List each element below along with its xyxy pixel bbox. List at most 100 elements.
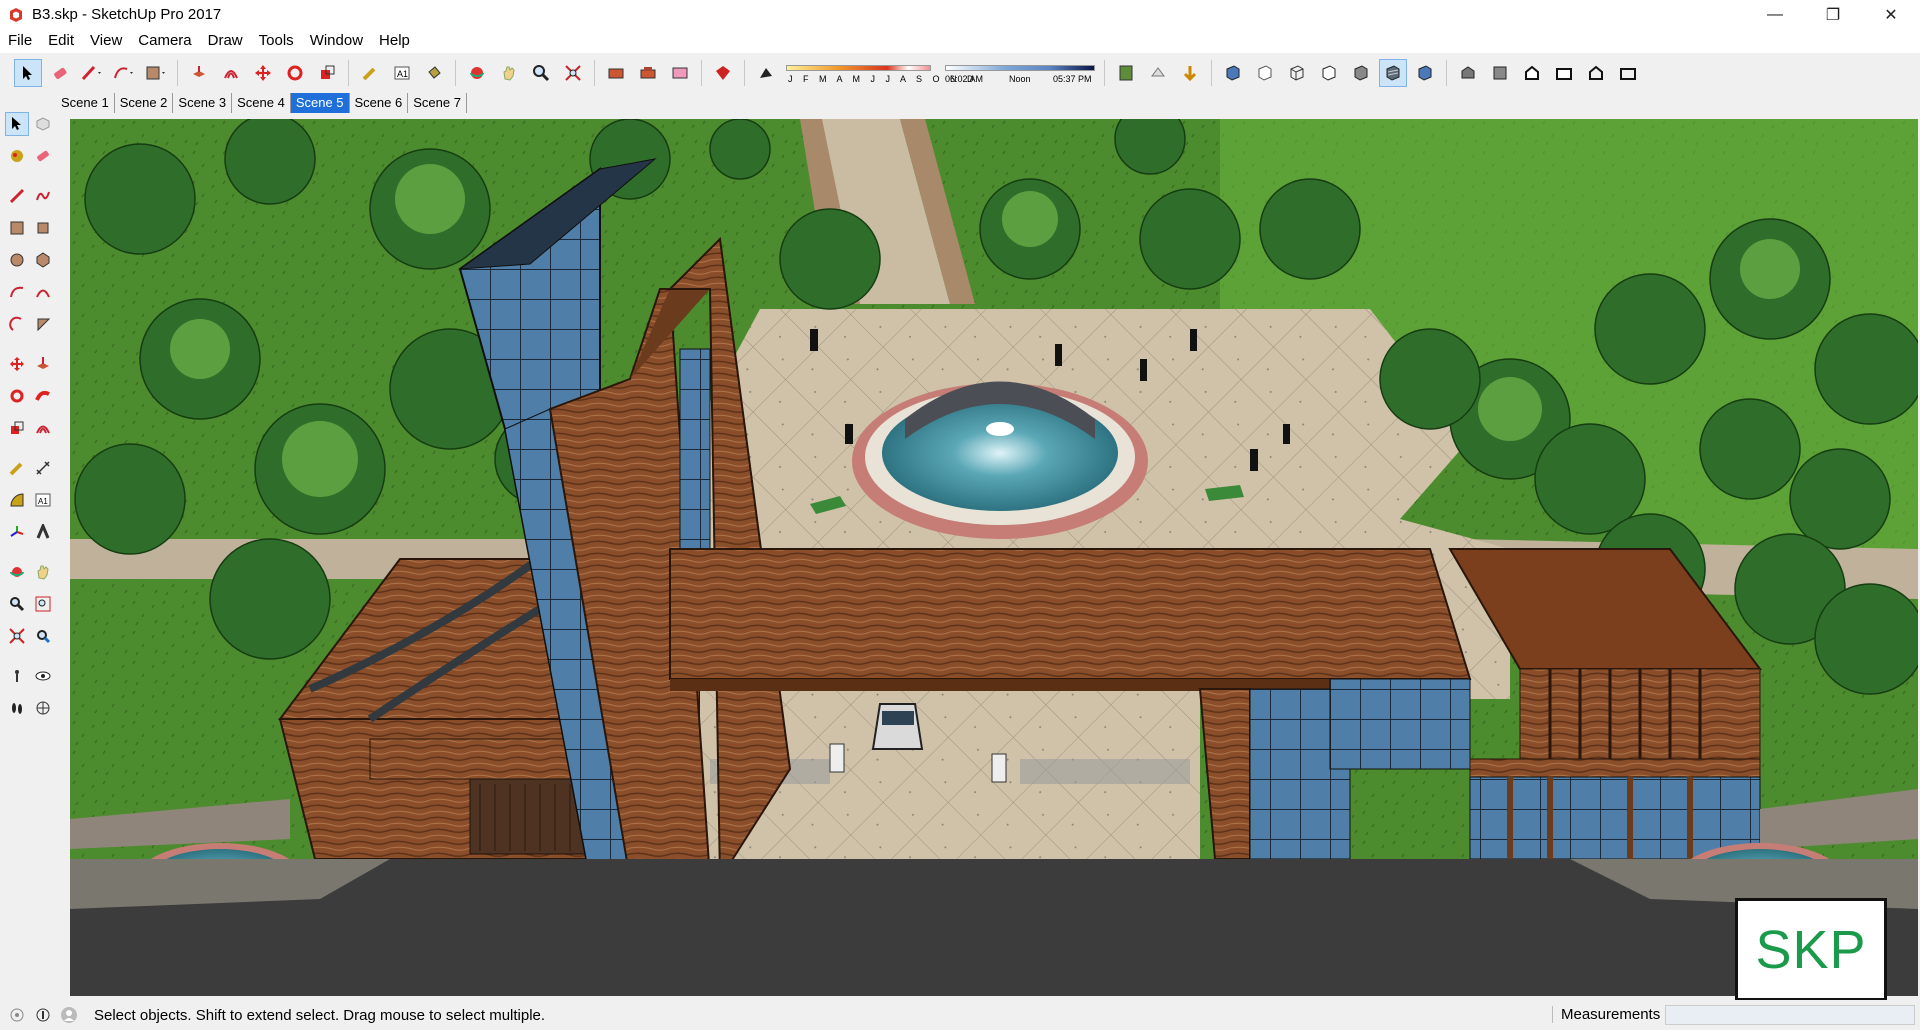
lt-circle-button[interactable] — [5, 248, 29, 272]
lt-position-camera-button[interactable] — [5, 664, 29, 688]
line-tool-button[interactable] — [78, 59, 106, 87]
lt-orbit-button[interactable] — [5, 560, 29, 584]
menu-file[interactable]: File — [0, 29, 40, 53]
lt-rotated-rectangle-button[interactable] — [31, 216, 55, 240]
orbit-tool-button[interactable] — [463, 59, 491, 87]
right-view-button[interactable] — [1550, 59, 1578, 87]
move-tool-button[interactable] — [249, 59, 277, 87]
menu-window[interactable]: Window — [302, 29, 371, 53]
svg-text:A1: A1 — [38, 497, 48, 506]
lt-look-around-button[interactable] — [31, 664, 55, 688]
zoom-tool-button[interactable] — [527, 59, 555, 87]
lt-2point-arc-button[interactable] — [31, 280, 55, 304]
hidden-line-style-button[interactable] — [1315, 59, 1343, 87]
lt-text-button[interactable]: A1 — [31, 488, 55, 512]
user-account-icon[interactable] — [60, 1006, 78, 1024]
lt-push-pull-button[interactable] — [31, 352, 55, 376]
measurements-input[interactable] — [1665, 1005, 1915, 1025]
lt-tape-measure-button[interactable] — [5, 456, 29, 480]
lt-follow-me-button[interactable] — [31, 384, 55, 408]
shadow-time-slider[interactable]: 06:02 AM Noon 05:37 PM — [945, 60, 1095, 86]
lt-zoom-button[interactable] — [5, 592, 29, 616]
lt-eraser-button[interactable] — [31, 144, 55, 168]
lt-select-button[interactable] — [5, 112, 29, 136]
lt-polygon-button[interactable] — [31, 248, 55, 272]
tape-measure-button[interactable] — [356, 59, 384, 87]
lt-3point-arc-button[interactable] — [5, 312, 29, 336]
xray-style-button[interactable] — [1219, 59, 1247, 87]
lt-dimension-button[interactable] — [31, 456, 55, 480]
menu-tools[interactable]: Tools — [251, 29, 302, 53]
tab-scene-4[interactable]: Scene 4 — [232, 93, 291, 113]
lt-3d-text-button[interactable] — [31, 520, 55, 544]
extension-warehouse-button[interactable] — [709, 59, 737, 87]
shadow-month-slider[interactable]: J F M A M J J A S O N D — [786, 60, 974, 86]
lt-freehand-button[interactable] — [31, 184, 55, 208]
lt-make-component-button[interactable] — [31, 112, 55, 136]
warehouse-button[interactable] — [602, 59, 630, 87]
close-button[interactable]: ✕ — [1862, 0, 1920, 29]
front-view-button[interactable] — [1518, 59, 1546, 87]
lt-section-plane-button[interactable] — [31, 696, 55, 720]
push-pull-tool-button[interactable] — [185, 59, 213, 87]
section-plane-button[interactable] — [1112, 59, 1140, 87]
tab-scene-3[interactable]: Scene 3 — [173, 93, 233, 113]
text-tool-button[interactable]: A1 — [388, 59, 416, 87]
credits-icon[interactable] — [34, 1006, 52, 1024]
arc-tool-button[interactable] — [110, 59, 138, 87]
select-tool-button[interactable] — [14, 59, 42, 87]
lt-scale-button[interactable] — [5, 416, 29, 440]
monochrome-style-button[interactable] — [1411, 59, 1439, 87]
geolocation-icon[interactable] — [8, 1006, 26, 1024]
back-view-button[interactable] — [1582, 59, 1610, 87]
rectangle-tool-button[interactable] — [142, 59, 170, 87]
zoom-extents-button[interactable] — [559, 59, 587, 87]
lt-pan-button[interactable] — [31, 560, 55, 584]
lt-protractor-button[interactable] — [5, 488, 29, 512]
menu-view[interactable]: View — [82, 29, 130, 53]
pan-tool-button[interactable] — [495, 59, 523, 87]
menu-help[interactable]: Help — [371, 29, 418, 53]
eraser-tool-button[interactable] — [46, 59, 74, 87]
share-component-button[interactable] — [666, 59, 694, 87]
share-model-button[interactable] — [634, 59, 662, 87]
lt-axes-button[interactable] — [5, 520, 29, 544]
display-section-planes-button[interactable] — [1144, 59, 1172, 87]
minimize-button[interactable]: — — [1746, 0, 1804, 29]
menu-draw[interactable]: Draw — [200, 29, 251, 53]
tab-scene-6[interactable]: Scene 6 — [350, 93, 409, 113]
shaded-textures-style-button[interactable] — [1379, 59, 1407, 87]
tab-scene-5[interactable]: Scene 5 — [290, 93, 350, 113]
lt-previous-view-button[interactable] — [31, 624, 55, 648]
lt-arc-button[interactable] — [5, 280, 29, 304]
tab-scene-2[interactable]: Scene 2 — [115, 93, 174, 113]
lt-zoom-window-button[interactable] — [31, 592, 55, 616]
lt-rectangle-button[interactable] — [5, 216, 29, 240]
shadows-toggle-button[interactable] — [752, 59, 780, 87]
left-view-button[interactable] — [1614, 59, 1642, 87]
top-view-button[interactable] — [1486, 59, 1514, 87]
paint-bucket-button[interactable] — [420, 59, 448, 87]
offset-tool-button[interactable] — [217, 59, 245, 87]
rotate-tool-button[interactable] — [281, 59, 309, 87]
lt-offset-button[interactable] — [31, 416, 55, 440]
model-viewport[interactable] — [70, 119, 1918, 996]
maximize-button[interactable]: ❐ — [1804, 0, 1862, 29]
lt-line-button[interactable] — [5, 184, 29, 208]
lt-pie-button[interactable] — [31, 312, 55, 336]
lt-walk-button[interactable] — [5, 696, 29, 720]
lt-zoom-extents-button[interactable] — [5, 624, 29, 648]
lt-move-button[interactable] — [5, 352, 29, 376]
menu-camera[interactable]: Camera — [130, 29, 199, 53]
wireframe-style-button[interactable] — [1283, 59, 1311, 87]
lt-rotate-button[interactable] — [5, 384, 29, 408]
display-section-cuts-button[interactable] — [1176, 59, 1204, 87]
menu-edit[interactable]: Edit — [40, 29, 82, 53]
iso-view-button[interactable] — [1454, 59, 1482, 87]
scale-tool-button[interactable] — [313, 59, 341, 87]
tab-scene-1[interactable]: Scene 1 — [56, 93, 115, 113]
back-edges-style-button[interactable] — [1251, 59, 1279, 87]
tab-scene-7[interactable]: Scene 7 — [408, 93, 467, 113]
shaded-style-button[interactable] — [1347, 59, 1375, 87]
lt-paint-bucket-button[interactable] — [5, 144, 29, 168]
